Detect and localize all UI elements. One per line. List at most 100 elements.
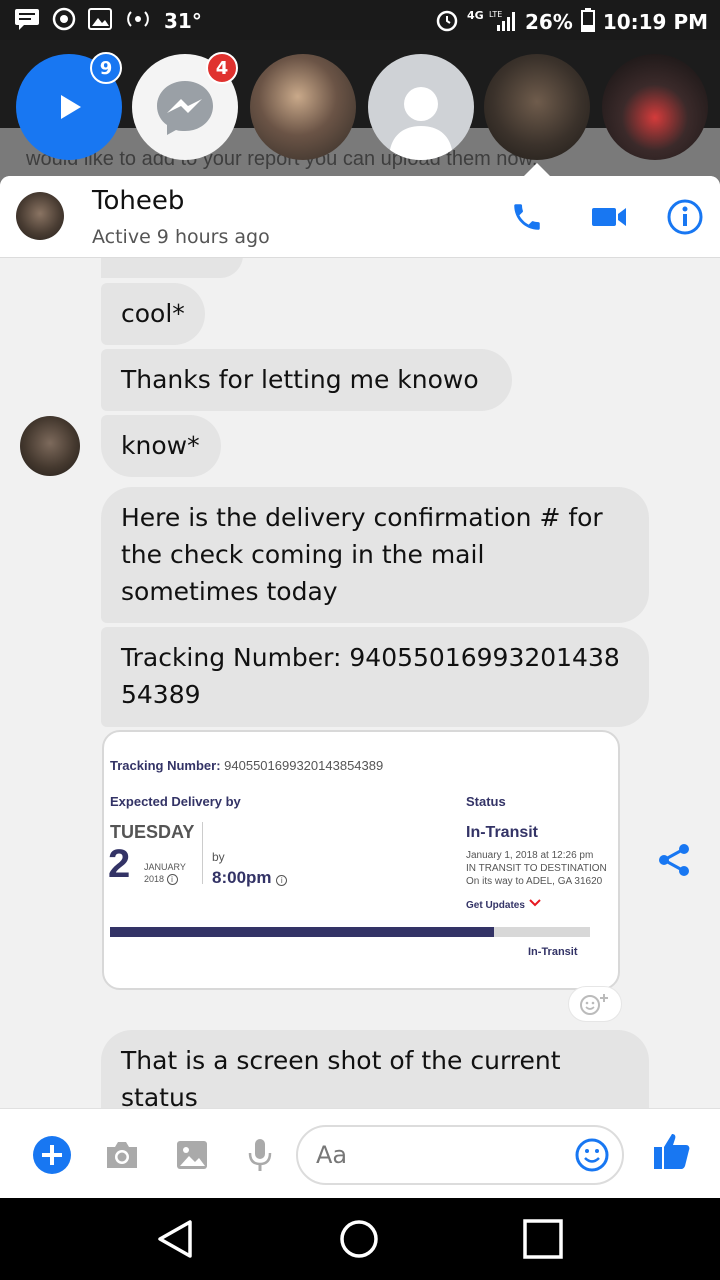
tracking-number-label: Tracking Number: [110, 758, 221, 773]
image-icon [177, 1141, 207, 1169]
message-bubble[interactable]: cool* [101, 283, 205, 345]
hotspot-icon [124, 7, 152, 35]
svg-text:4G: 4G [467, 9, 484, 22]
microphone-icon [248, 1139, 272, 1171]
video-camera-icon [592, 208, 626, 226]
message-text: That is a screen shot of the current sta… [121, 1046, 561, 1112]
delivery-year-row: 2018 i [144, 874, 178, 885]
contact-status-overlay: Active 9 hours ago [92, 226, 270, 248]
emoji-button[interactable] [574, 1137, 610, 1177]
delivery-time: 8:00pm [212, 868, 272, 887]
delivery-progress-track [110, 927, 590, 937]
home-button[interactable] [336, 1216, 382, 1262]
messenger-icon [157, 81, 213, 135]
status-bar-left: 31° [14, 7, 202, 35]
status-detail-time: January 1, 2018 at 12:26 pm [466, 850, 594, 861]
thumbs-up-icon [654, 1134, 690, 1169]
voice-message-button[interactable] [240, 1135, 280, 1175]
message-bubble[interactable]: know* [101, 415, 221, 477]
svg-text:LTE: LTE [489, 10, 502, 19]
video-call-button-overlay[interactable] [590, 198, 628, 236]
send-like-button[interactable] [652, 1131, 692, 1171]
message-bubble[interactable]: Here is the delivery confirmation # for … [101, 487, 649, 623]
android-navigation-bar [0, 1198, 720, 1280]
more-actions-button[interactable] [32, 1135, 72, 1175]
delivery-year: 2018 [144, 874, 165, 884]
clock-text: 10:19 PM [602, 10, 708, 34]
status-bar: 31° 4G LTE 26% 10:19 PM [0, 0, 720, 40]
chat-head-toheeb[interactable] [484, 54, 590, 160]
contact-name-overlay[interactable]: Toheeb [92, 186, 184, 216]
delivery-divider [202, 822, 203, 884]
phone-icon [514, 204, 540, 230]
chat-head-badge-count: 9 [90, 52, 122, 84]
voice-call-button-overlay[interactable] [508, 198, 546, 236]
status-value: In-Transit [466, 824, 539, 841]
message-composer: Aa [0, 1108, 720, 1198]
progress-status-label: In-Transit [528, 946, 578, 958]
chat-head-group-photo[interactable] [250, 54, 356, 160]
contact-avatar-overlay[interactable] [16, 192, 64, 240]
message-bubble[interactable]: Thanks for letting me knowo [101, 349, 512, 411]
message-text: cool* [121, 299, 185, 328]
status-label: Status [466, 794, 506, 809]
recent-apps-square-icon [523, 1219, 563, 1259]
recent-apps-button[interactable] [520, 1216, 566, 1262]
message-input-placeholder: Aa [316, 1141, 348, 1169]
get-updates-link[interactable]: Get Updates [466, 898, 542, 911]
status-bar-right: 4G LTE 26% 10:19 PM [435, 7, 708, 37]
chrome-icon [52, 7, 76, 35]
gallery-icon [88, 8, 112, 34]
sender-avatar[interactable] [20, 416, 80, 476]
delivery-by-label: by [212, 850, 225, 864]
info-button-overlay[interactable] [666, 198, 704, 236]
tracking-screenshot-image[interactable]: Tracking Number: 9405501699320143854389 … [102, 730, 620, 990]
active-head-pointer [524, 163, 550, 176]
message-bubble[interactable]: Tracking Number: 9405501699320143854389 [101, 627, 649, 727]
alarm-icon [435, 8, 459, 36]
add-reaction-button[interactable] [568, 986, 622, 1022]
info-icon [667, 199, 703, 235]
battery-icon [580, 8, 595, 36]
messenger-screen: 31° 4G LTE 26% 10:19 PM would like to add… [0, 0, 720, 1280]
emoji-icon [575, 1138, 609, 1172]
message-text: Thanks for letting me knowo [121, 365, 479, 394]
delivery-progress-fill [110, 927, 494, 937]
chat-header-content: Toheeb Active 9 hours ago [0, 176, 720, 258]
chevron-down-icon [528, 899, 541, 907]
smiley-plus-icon [580, 994, 608, 1015]
share-button[interactable] [656, 842, 692, 878]
message-notification-icon [14, 7, 40, 35]
delivery-month: JANUARY [144, 862, 186, 872]
message-text: Here is the delivery confirmation # for … [121, 503, 603, 606]
tracking-number-row: Tracking Number: 9405501699320143854389 [110, 758, 383, 773]
get-updates-text: Get Updates [466, 900, 525, 911]
network-icon: 4G LTE [467, 7, 517, 37]
share-icon [659, 844, 689, 876]
info-circle-icon: i [276, 875, 288, 886]
gallery-button[interactable] [172, 1135, 212, 1175]
play-icon [61, 95, 81, 119]
message-input[interactable]: Aa [296, 1125, 624, 1185]
camera-button[interactable] [102, 1135, 142, 1175]
back-button[interactable] [152, 1216, 198, 1262]
back-triangle-icon [158, 1220, 192, 1258]
info-circle-icon: i [166, 874, 178, 885]
delivery-day: TUESDAY [110, 822, 195, 842]
message-text: Tracking Number: 9405501699320143854389 [121, 643, 620, 709]
camera-icon [107, 1142, 137, 1168]
expected-delivery-label: Expected Delivery by [110, 794, 241, 809]
plus-circle-icon [33, 1136, 71, 1174]
status-detail-location: On its way to ADEL, GA 31620 [466, 876, 603, 887]
delivery-time-row: 8:00pm i [212, 868, 288, 888]
temperature-text: 31° [164, 9, 202, 33]
messenger-badge-count: 4 [206, 52, 238, 84]
status-detail-event: IN TRANSIT TO DESTINATION [466, 863, 607, 874]
battery-percent-text: 26% [524, 10, 573, 34]
tracking-number-value: 9405501699320143854389 [224, 758, 384, 773]
home-circle-icon [340, 1220, 378, 1258]
chat-head-helmet-photo[interactable] [602, 54, 708, 160]
person-silhouette-icon [389, 87, 453, 160]
chat-head-default-avatar[interactable] [368, 54, 474, 160]
message-text: know* [121, 431, 200, 460]
